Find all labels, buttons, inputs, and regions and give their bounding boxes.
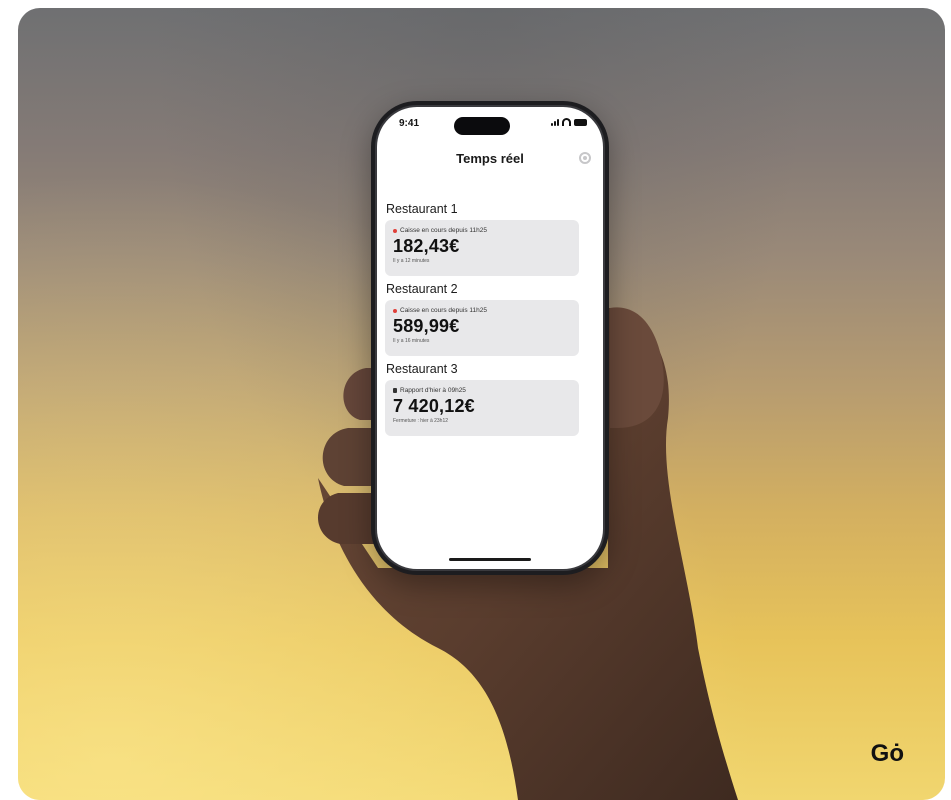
live-dot-icon [393, 228, 397, 233]
battery-icon [574, 119, 587, 126]
restaurant-name: Restaurant 3 [386, 362, 458, 376]
status-bar: 9:41 [377, 107, 603, 137]
tile-footnote: Fermeture : hier à 23h12 [393, 418, 449, 424]
gear-icon[interactable] [579, 152, 591, 164]
tile-status: Rapport d'hier à 09h25 [393, 387, 572, 394]
home-indicator[interactable] [449, 558, 531, 561]
restaurant-name: Restaurant 1 [386, 202, 458, 216]
tile-status: Caisse en cours depuis 11h25 [393, 227, 572, 234]
dynamic-island [454, 117, 510, 135]
tile-status-text: Rapport d'hier à 09h25 [400, 387, 466, 394]
restaurant-section: Restaurant 1 Caisse en cours depuis 11h2… [385, 202, 579, 276]
brand-logo: Gȯ [870, 740, 904, 767]
restaurant-list: Restaurant 1 Caisse en cours depuis 11h2… [385, 202, 579, 442]
tile-status: Caisse en cours depuis 11h25 [393, 307, 572, 314]
status-time: 9:41 [399, 118, 420, 129]
restaurant-section: Restaurant 2 Caisse en cours depuis 11h2… [385, 282, 579, 356]
phone-screen: 9:41 Temps réel Restaurant 1 Caisse en c… [377, 107, 603, 569]
restaurant-section: Restaurant 3 Rapport d'hier à 09h25 7 42… [385, 362, 579, 436]
document-icon [393, 388, 397, 393]
revenue-tile[interactable]: Caisse en cours depuis 11h25 182,43€ Il … [385, 220, 579, 276]
revenue-amount: 589,99€ [393, 316, 460, 336]
revenue-amount: 7 420,12€ [393, 396, 475, 416]
tile-status-text: Caisse en cours depuis 11h25 [400, 307, 487, 314]
tile-footnote: Il y a 12 minutes [393, 258, 430, 264]
screen-title: Temps réel [456, 151, 524, 166]
restaurant-name: Restaurant 2 [386, 282, 458, 296]
status-icons [551, 118, 587, 126]
wifi-icon [562, 118, 571, 126]
revenue-amount: 182,43€ [393, 236, 460, 256]
tile-footnote: Il y a 16 minutes [393, 338, 430, 344]
phone-device: 9:41 Temps réel Restaurant 1 Caisse en c… [371, 101, 609, 575]
revenue-tile[interactable]: Rapport d'hier à 09h25 7 420,12€ Fermetu… [385, 380, 579, 436]
tile-status-text: Caisse en cours depuis 11h25 [400, 227, 487, 234]
hero-card: 9:41 Temps réel Restaurant 1 Caisse en c… [18, 8, 945, 800]
revenue-tile[interactable]: Caisse en cours depuis 11h25 589,99€ Il … [385, 300, 579, 356]
live-dot-icon [393, 308, 397, 313]
signal-icon [551, 119, 559, 126]
